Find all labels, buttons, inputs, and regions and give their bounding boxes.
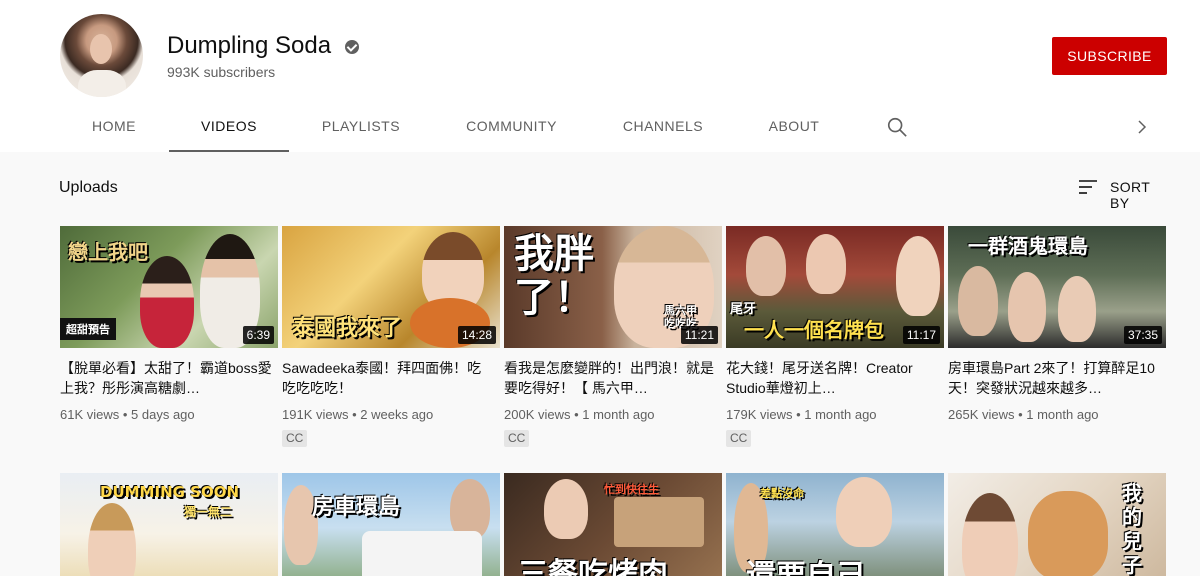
thumbnail-food [614, 497, 704, 547]
video-age: 2 weeks ago [360, 407, 434, 422]
video-thumbnail[interactable]: DUMMING SOON 獨一無二 [60, 473, 278, 576]
video-title[interactable]: 看我是怎麼變胖的！出門浪！就是要吃得好！【 馬六甲… [504, 358, 716, 398]
tab-playlists[interactable]: PLAYLISTS [306, 104, 416, 152]
video-age: 1 month ago [1026, 407, 1099, 422]
video-meta: 265K views • 1 month ago [948, 407, 1099, 422]
subscriber-count: 993K subscribers [167, 64, 276, 80]
video-thumbnail[interactable]: 我胖了！ 馬六甲吃吃吃 11:21 [504, 226, 722, 348]
thumbnail-badge: 獨一無二 [184, 505, 233, 519]
thumbnail-text: 戀上我吧 [68, 240, 148, 264]
verified-icon [345, 40, 359, 54]
video-thumbnail[interactable]: 一群酒鬼環島 37:35 [948, 226, 1166, 348]
avatar-shoulder [78, 70, 126, 97]
video-thumbnail[interactable]: 我的兒子 [948, 473, 1166, 576]
tab-about[interactable]: ABOUT [753, 104, 835, 152]
video-duration: 6:39 [242, 326, 274, 344]
thumbnail-person [958, 266, 998, 336]
video-thumbnail[interactable]: 忙到快往生 三餐吃烤肉 [504, 473, 722, 576]
video-title[interactable]: 房車環島Part 2來了！打算醉足10天！突發狀況越來越多… [948, 358, 1160, 398]
tab-channels[interactable]: CHANNELS [607, 104, 719, 152]
thumbnail-person [896, 236, 940, 316]
video-views: 265K views [948, 407, 1015, 422]
video-duration: 11:21 [680, 326, 718, 344]
cc-badge: CC [282, 430, 308, 447]
thumbnail-person [836, 477, 892, 547]
tab-home[interactable]: HOME [76, 104, 152, 152]
cc-badge: CC [726, 430, 752, 447]
thumbnail-camper [362, 531, 482, 576]
video-duration: 14:28 [457, 326, 496, 344]
sort-by-label: SORT BY [1110, 179, 1150, 211]
thumbnail-person [746, 236, 786, 296]
video-meta: 179K views • 1 month ago [726, 407, 877, 422]
thumbnail-text: 還要自己 [746, 551, 866, 576]
video-age: 1 month ago [582, 407, 655, 422]
tab-community[interactable]: COMMUNITY [450, 104, 573, 152]
thumbnail-badge: 忙到快往生 [604, 483, 659, 496]
thumbnail-text: 泰國我來了 [292, 316, 403, 341]
video-duration: 37:35 [1123, 326, 1162, 344]
video-thumbnail[interactable]: 差點沒命 還要自己 [726, 473, 944, 576]
video-duration: 11:17 [902, 326, 940, 344]
thumbnail-person [962, 493, 1018, 576]
thumbnail-text: 一人一個名牌包 [744, 318, 884, 342]
thumbnail-badge: 超甜預告 [60, 318, 116, 340]
thumbnail-person [544, 479, 588, 539]
video-age: 1 month ago [804, 407, 877, 422]
thumbnail-dog [1028, 491, 1108, 576]
chevron-right-icon[interactable] [1133, 118, 1151, 136]
video-thumbnail[interactable]: 泰國我來了 14:28 [282, 226, 500, 348]
uploads-title: Uploads [59, 179, 118, 196]
thumbnail-text: 三餐吃烤肉 [518, 557, 668, 576]
thumbnail-person [450, 479, 490, 539]
thumbnail-badge: 差點沒命 [760, 487, 804, 500]
thumbnail-person [88, 503, 136, 576]
tab-videos[interactable]: VIDEOS [169, 104, 289, 152]
thumbnail-person [140, 256, 194, 348]
video-title[interactable]: 花大錢！尾牙送名牌！Creator Studio華燈初上… [726, 358, 938, 398]
thumbnail-person [1008, 272, 1046, 342]
sort-icon [1079, 180, 1097, 194]
thumbnail-text: 我的兒子 [1122, 481, 1142, 576]
video-meta: 200K views • 1 month ago [504, 407, 655, 422]
thumbnail-text: 房車環島 [312, 495, 401, 520]
video-views: 179K views [726, 407, 793, 422]
video-thumbnail[interactable]: 尾牙 一人一個名牌包 11:17 [726, 226, 944, 348]
video-meta: 61K views • 5 days ago [60, 407, 195, 422]
search-icon[interactable] [886, 116, 908, 138]
thumbnail-text: DUMMING SOON [100, 483, 240, 501]
thumbnail-person [1058, 276, 1096, 342]
thumbnail-person [806, 234, 846, 294]
video-views: 191K views [282, 407, 349, 422]
channel-name: Dumpling Soda [167, 32, 332, 59]
channel-tabs: HOME VIDEOS PLAYLISTS COMMUNITY CHANNELS… [0, 104, 1200, 152]
video-title[interactable]: 【脫單必看】太甜了！霸道boss愛上我？彤彤演高糖劇… [60, 358, 272, 398]
video-age: 5 days ago [131, 407, 195, 422]
cc-badge: CC [504, 430, 530, 447]
video-views: 200K views [504, 407, 571, 422]
channel-avatar[interactable] [60, 14, 143, 97]
video-thumbnail[interactable]: 房車環島 [282, 473, 500, 576]
thumbnail-text: 我胖了！ [514, 231, 594, 321]
video-thumbnail[interactable]: 戀上我吧 超甜預告 6:39 [60, 226, 278, 348]
video-views: 61K views [60, 407, 120, 422]
avatar-face [90, 34, 112, 64]
video-title[interactable]: Sawadeeka泰國！拜四面佛！吃吃吃吃吃！ [282, 358, 494, 398]
video-meta: 191K views • 2 weeks ago [282, 407, 434, 422]
subscribe-button[interactable]: SUBSCRIBE [1052, 37, 1167, 75]
thumbnail-text: 一群酒鬼環島 [968, 234, 1088, 258]
sort-by-button[interactable]: SORT BY [1078, 176, 1173, 211]
channel-header: Dumpling Soda 993K subscribers SUBSCRIBE… [0, 0, 1200, 152]
